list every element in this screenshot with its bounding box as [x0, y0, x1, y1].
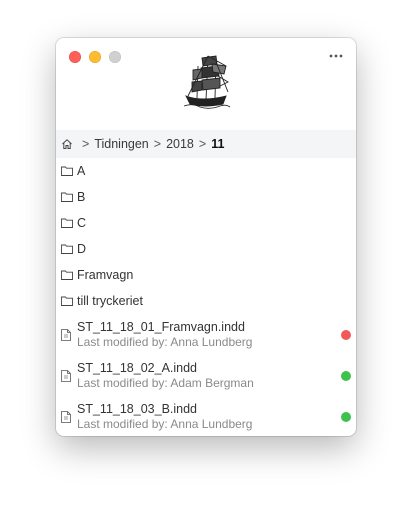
ship-logo — [182, 52, 232, 110]
home-icon[interactable] — [61, 138, 73, 150]
status-dot — [341, 329, 351, 340]
document-icon — [61, 328, 71, 341]
title-bar — [56, 38, 356, 130]
file-name: ST_11_18_03_B.indd — [77, 401, 198, 416]
folder-icon — [61, 270, 73, 280]
folder-icon — [61, 192, 73, 202]
folder-item[interactable]: C — [56, 210, 356, 236]
folder-item[interactable]: till tryckeriet — [56, 288, 356, 314]
file-name: ST_11_18_01_Framvagn.indd — [77, 319, 245, 334]
breadcrumb-current: 11 — [211, 137, 225, 151]
breadcrumb-separator: > — [198, 137, 207, 151]
file-list: A B C D Framvagn till tryckeriet ST_11_1… — [56, 158, 356, 436]
folder-name: Framvagn — [77, 268, 134, 282]
file-item[interactable]: ST_11_18_02_A.indd Last modified by: Ada… — [56, 355, 356, 396]
folder-name: till tryckeriet — [77, 294, 143, 308]
folder-icon — [61, 244, 73, 254]
folder-icon — [61, 166, 73, 176]
zoom-button[interactable] — [109, 51, 121, 63]
window-controls — [69, 51, 121, 63]
close-button[interactable] — [69, 51, 81, 63]
folder-name: B — [77, 190, 86, 204]
file-modified: Last modified by: Anna Lundberg — [77, 334, 253, 349]
folder-item[interactable]: D — [56, 236, 356, 262]
breadcrumb-separator: > — [153, 137, 162, 151]
folder-item[interactable]: B — [56, 184, 356, 210]
document-icon — [61, 410, 71, 423]
breadcrumb: > Tidningen > 2018 > 11 — [56, 130, 356, 158]
ellipsis-icon[interactable] — [326, 48, 346, 64]
breadcrumb-separator: > — [82, 137, 90, 151]
status-dot — [341, 411, 351, 422]
document-icon — [61, 369, 71, 382]
app-window: > Tidningen > 2018 > 11 A B C D Framvagn… — [56, 38, 356, 436]
folder-item[interactable]: A — [56, 158, 356, 184]
folder-name: D — [77, 242, 87, 256]
file-modified: Last modified by: Adam Bergman — [77, 375, 254, 390]
folder-name: C — [77, 216, 87, 230]
file-item[interactable]: ST_11_18_03_B.indd Last modified by: Ann… — [56, 396, 356, 436]
breadcrumb-item-tidningen[interactable]: Tidningen — [94, 137, 148, 151]
file-modified: Last modified by: Anna Lundberg — [77, 416, 253, 431]
folder-name: A — [77, 164, 86, 178]
file-item[interactable]: ST_11_18_01_Framvagn.indd Last modified … — [56, 314, 356, 355]
file-name: ST_11_18_02_A.indd — [77, 360, 198, 375]
minimize-button[interactable] — [89, 51, 101, 63]
folder-icon — [61, 296, 73, 306]
status-dot — [341, 370, 351, 381]
breadcrumb-item-2018[interactable]: 2018 — [166, 137, 194, 151]
folder-icon — [61, 218, 73, 228]
folder-item[interactable]: Framvagn — [56, 262, 356, 288]
